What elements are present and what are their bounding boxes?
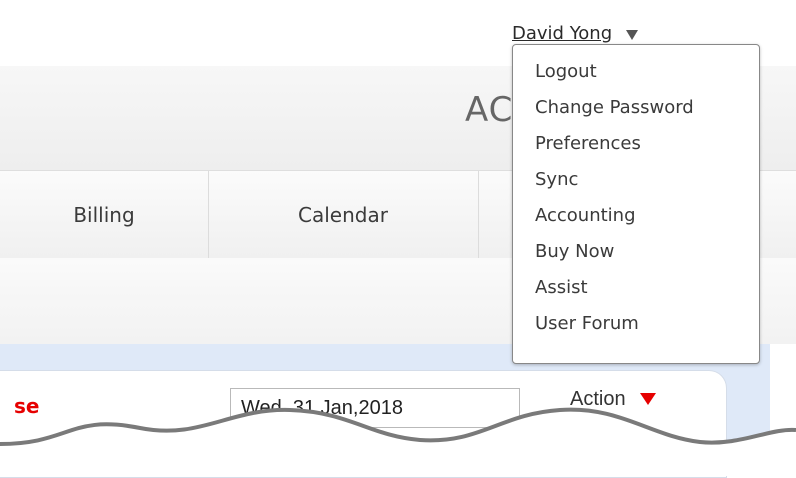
menu-item-assist[interactable]: Assist [535,277,588,305]
menu-item-change-password[interactable]: Change Password [535,97,694,125]
tab-billing[interactable]: Billing [0,171,209,259]
menu-item-logout[interactable]: Logout [535,61,597,89]
user-name: David Yong [512,22,613,44]
user-dropdown-menu: Logout Change Password Preferences Sync … [512,44,760,364]
chevron-down-icon [626,29,639,40]
menu-item-buy-now[interactable]: Buy Now [535,241,614,269]
menu-item-sync[interactable]: Sync [535,169,578,197]
menu-item-accounting[interactable]: Accounting [535,205,636,233]
menu-item-preferences[interactable]: Preferences [535,133,641,161]
user-menu-button[interactable]: David Yong [512,20,639,46]
app-title: AC [465,90,514,130]
menu-item-user-forum[interactable]: User Forum [535,313,639,341]
tab-calendar[interactable]: Calendar [208,171,479,259]
torn-edge-decoration [0,407,796,476]
